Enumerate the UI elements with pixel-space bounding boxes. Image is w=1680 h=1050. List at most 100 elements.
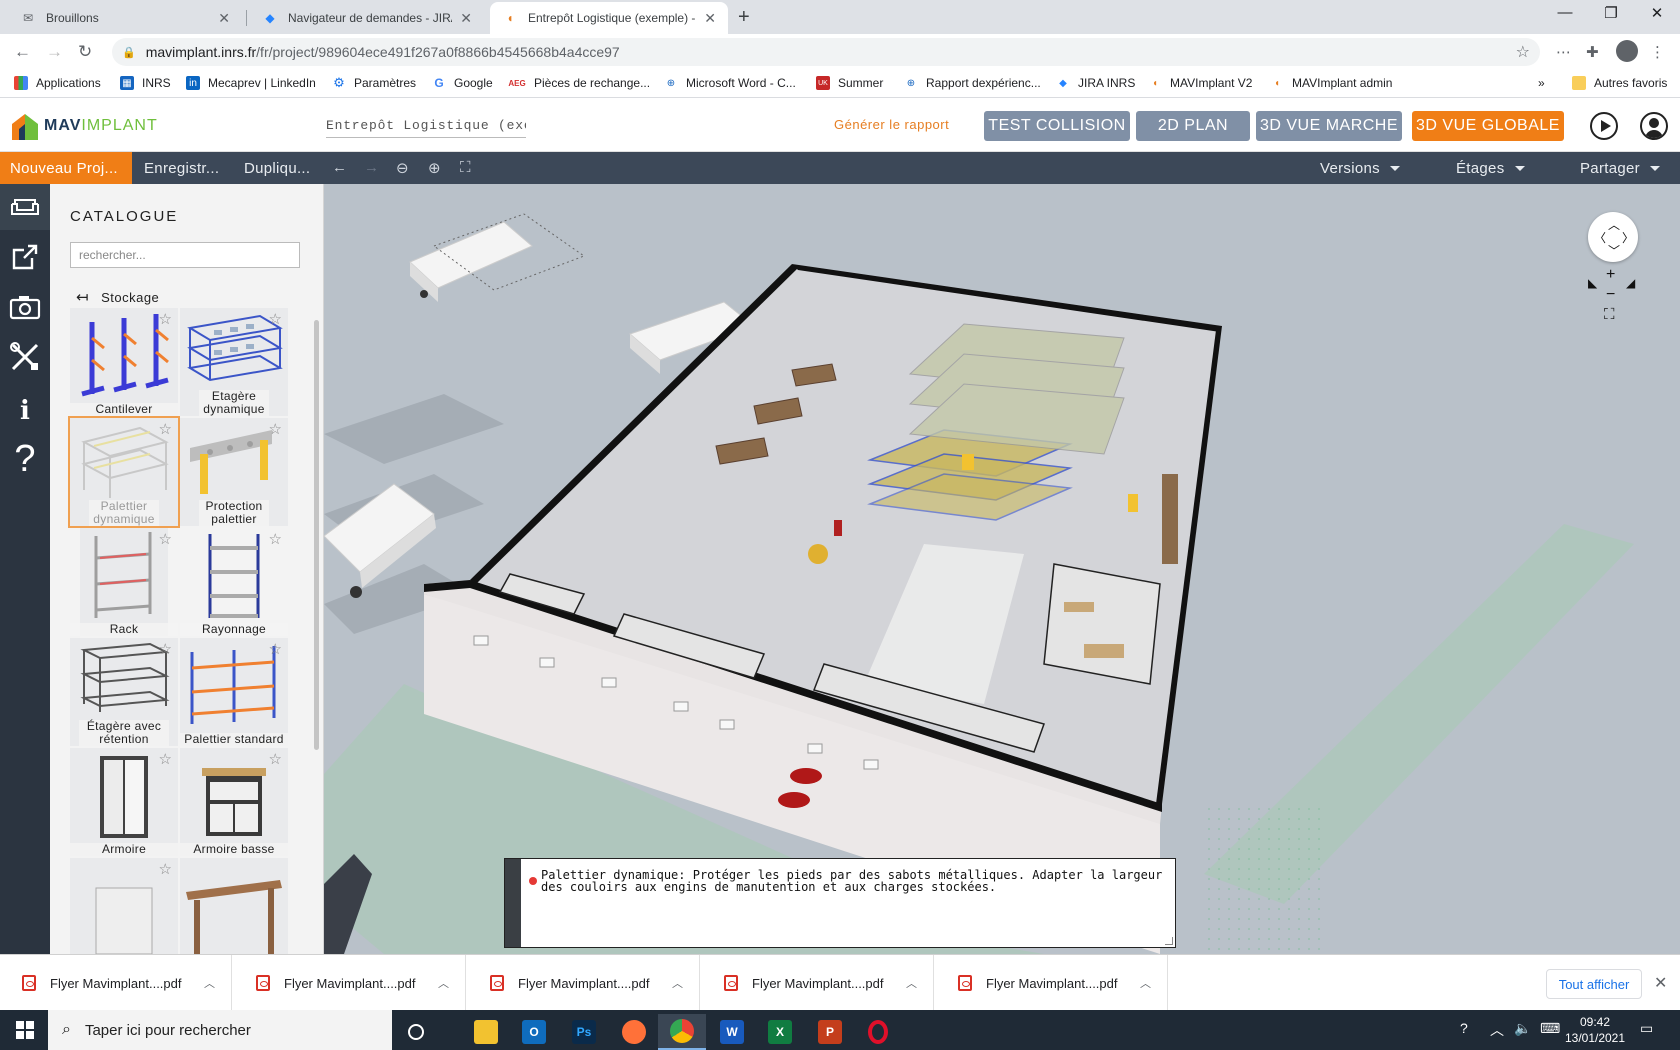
catalogue-item-partial[interactable]: ☆ (70, 858, 178, 954)
show-all-downloads-button[interactable]: Tout afficher (1546, 969, 1642, 999)
chevron-right-icon[interactable]: 〉 (1622, 229, 1634, 246)
chevron-left-icon[interactable]: 〈 (1594, 229, 1606, 246)
catalogue-item-armoire-basse[interactable]: ☆ Armoire basse (180, 748, 288, 856)
3d-vue-marche-button[interactable]: 3D VUE MARCHE (1256, 111, 1402, 141)
favorite-star-icon[interactable]: ☆ (159, 530, 172, 548)
bookmarks-more[interactable]: » (1538, 76, 1545, 90)
close-icon[interactable]: ✕ (218, 10, 230, 27)
keyboard-icon[interactable]: ⌨ (1540, 1020, 1560, 1037)
new-project-menu[interactable]: Nouveau Proj... (0, 152, 132, 184)
tools-icon[interactable] (0, 334, 50, 380)
bookmark-summer[interactable]: UK Summer (816, 76, 883, 90)
zoom-out-icon[interactable]: − (1606, 286, 1615, 304)
address-bar[interactable]: 🔒 mavimplant.inrs.fr/fr/project/989604ec… (112, 38, 1540, 66)
test-collision-button[interactable]: TEST COLLISION (984, 111, 1130, 141)
volume-icon[interactable]: 🔈 (1514, 1020, 1531, 1037)
bookmark-linkedin[interactable]: in Mecaprev | LinkedIn (186, 76, 316, 90)
info-icon[interactable]: i (0, 388, 50, 434)
rotate-left-icon[interactable]: ◣ (1588, 276, 1597, 290)
file-explorer-icon[interactable] (462, 1014, 510, 1050)
bookmark-jira[interactable]: ◆ JIRA INRS (1056, 76, 1135, 90)
floors-dropdown[interactable]: Étages (1456, 152, 1525, 184)
catalogue-item-rayonnage[interactable]: ☆ Rayonnage (180, 528, 288, 636)
outlook-icon[interactable]: O (510, 1014, 558, 1050)
warning-message-box[interactable]: Palettier dynamique: Protéger les pieds … (504, 858, 1176, 948)
category-back-button[interactable]: ↤ Stockage (76, 288, 159, 306)
chevron-up-icon[interactable]: ︿ (204, 975, 215, 991)
download-item[interactable]: Flyer Mavimplant....pdf ︿ (0, 955, 232, 1011)
chevron-down-icon[interactable]: ﹀ (1608, 242, 1620, 259)
back-icon[interactable]: ← (14, 42, 31, 62)
tab-jira[interactable]: ◆ Navigateur de demandes - JIRA II ✕ (250, 2, 484, 34)
firefox-icon[interactable] (610, 1014, 658, 1050)
fit-view-icon[interactable]: ⛶ (460, 159, 471, 176)
close-icon[interactable]: ✕ (460, 10, 472, 27)
taskbar-search[interactable]: ⌕ Taper ici pour rechercher (48, 1010, 392, 1050)
undo-icon[interactable]: ← (332, 159, 347, 176)
save-menu[interactable]: Enregistr... (134, 152, 229, 184)
download-item[interactable]: Flyer Mavimplant....pdf ︿ (234, 955, 466, 1011)
export-icon[interactable] (0, 234, 50, 280)
3d-vue-globale-button[interactable]: 3D VUE GLOBALE (1412, 111, 1564, 141)
bookmark-mavimplant-v2[interactable]: ◖ MAVImplant V2 (1148, 76, 1253, 90)
mavimplant-logo[interactable]: MAV IMPLANT (10, 110, 158, 142)
redo-icon[interactable]: → (364, 159, 379, 176)
window-close-icon[interactable]: ✕ (1634, 4, 1680, 22)
task-view-icon[interactable] (392, 1014, 440, 1050)
favorite-star-icon[interactable]: ☆ (269, 530, 282, 548)
2d-plan-button[interactable]: 2D PLAN (1136, 111, 1250, 141)
catalogue-scrollbar[interactable] (314, 320, 319, 750)
versions-dropdown[interactable]: Versions (1320, 152, 1400, 184)
fit-view-icon[interactable]: ⛶ (1604, 306, 1615, 323)
notification-icon[interactable]: ▭ (1640, 1020, 1653, 1037)
puzzle-icon[interactable]: ✚ (1586, 43, 1599, 61)
close-icon[interactable]: ✕ (1654, 973, 1667, 993)
photoshop-icon[interactable]: Ps (560, 1014, 608, 1050)
bookmark-rapport[interactable]: ⊕ Rapport dexpérienc... (904, 76, 1041, 90)
duplicate-menu[interactable]: Dupliqu... (234, 152, 320, 184)
resize-handle-icon[interactable] (1165, 937, 1173, 945)
powerpoint-icon[interactable]: P (806, 1014, 854, 1050)
tab-brouillons[interactable]: ✉ Brouillons ✕ (8, 2, 242, 34)
maximize-icon[interactable]: ❐ (1588, 4, 1634, 22)
chevron-up-icon[interactable]: ︿ (1140, 975, 1151, 991)
bookmark-word[interactable]: ⊕ Microsoft Word - C... (664, 76, 796, 90)
catalogue-item-armoire[interactable]: ☆ Armoire (70, 748, 178, 856)
catalogue-item-partial[interactable] (180, 858, 288, 954)
sofa-catalogue-icon[interactable] (0, 184, 50, 230)
download-item[interactable]: Flyer Mavimplant....pdf ︿ (702, 955, 934, 1011)
favorite-star-icon[interactable]: ☆ (159, 420, 172, 438)
bookmark-applications[interactable]: Applications (14, 76, 101, 90)
play-icon[interactable] (1590, 112, 1618, 140)
bookmark-mavimplant-admin[interactable]: ◖ MAVImplant admin (1270, 76, 1393, 90)
close-icon[interactable]: ✕ (704, 10, 716, 27)
catalogue-search-input[interactable] (70, 242, 300, 268)
download-item[interactable]: Flyer Mavimplant....pdf ︿ (468, 955, 700, 1011)
catalogue-item-cantilever[interactable]: ☆ Cantilever (70, 308, 178, 416)
opera-icon[interactable] (854, 1014, 902, 1050)
zoom-in-icon[interactable]: + (1606, 266, 1615, 284)
rotate-right-icon[interactable]: ◢ (1626, 276, 1635, 290)
word-icon[interactable]: W (708, 1014, 756, 1050)
chevron-up-icon[interactable]: ︿ (1608, 216, 1620, 233)
catalogue-item-palettier-standard[interactable]: ☆ Palettier standard (180, 638, 288, 746)
catalogue-item-etagere-dynamique[interactable]: ☆ Etagère dynamique (180, 308, 288, 416)
minimize-icon[interactable]: — (1542, 4, 1588, 21)
new-tab-icon[interactable]: + (738, 6, 750, 29)
bookmark-inrs[interactable]: ▦ INRS (120, 76, 171, 90)
chevron-up-icon[interactable]: ︿ (1490, 1020, 1504, 1040)
profile-avatar-icon[interactable] (1616, 40, 1638, 62)
orbit-control[interactable]: ︿ ﹀ 〈 〉 (1588, 212, 1638, 262)
bookmark-parametres[interactable]: ⚙ Paramètres (332, 75, 416, 90)
chevron-up-icon[interactable]: ︿ (906, 975, 917, 991)
reload-icon[interactable]: ↻ (78, 42, 92, 62)
download-item[interactable]: Flyer Mavimplant....pdf ︿ (936, 955, 1168, 1011)
favorite-star-icon[interactable]: ☆ (269, 750, 282, 768)
favorite-star-icon[interactable]: ☆ (159, 860, 172, 878)
3d-viewport[interactable] (324, 184, 1680, 954)
windows-start-icon[interactable] (16, 1021, 34, 1039)
favorite-star-icon[interactable]: ☆ (269, 420, 282, 438)
catalogue-item-rack[interactable]: ☆ Rack (70, 528, 178, 636)
help-icon[interactable]: ? (0, 436, 50, 482)
bookmark-star-icon[interactable]: ☆ (1516, 42, 1530, 62)
